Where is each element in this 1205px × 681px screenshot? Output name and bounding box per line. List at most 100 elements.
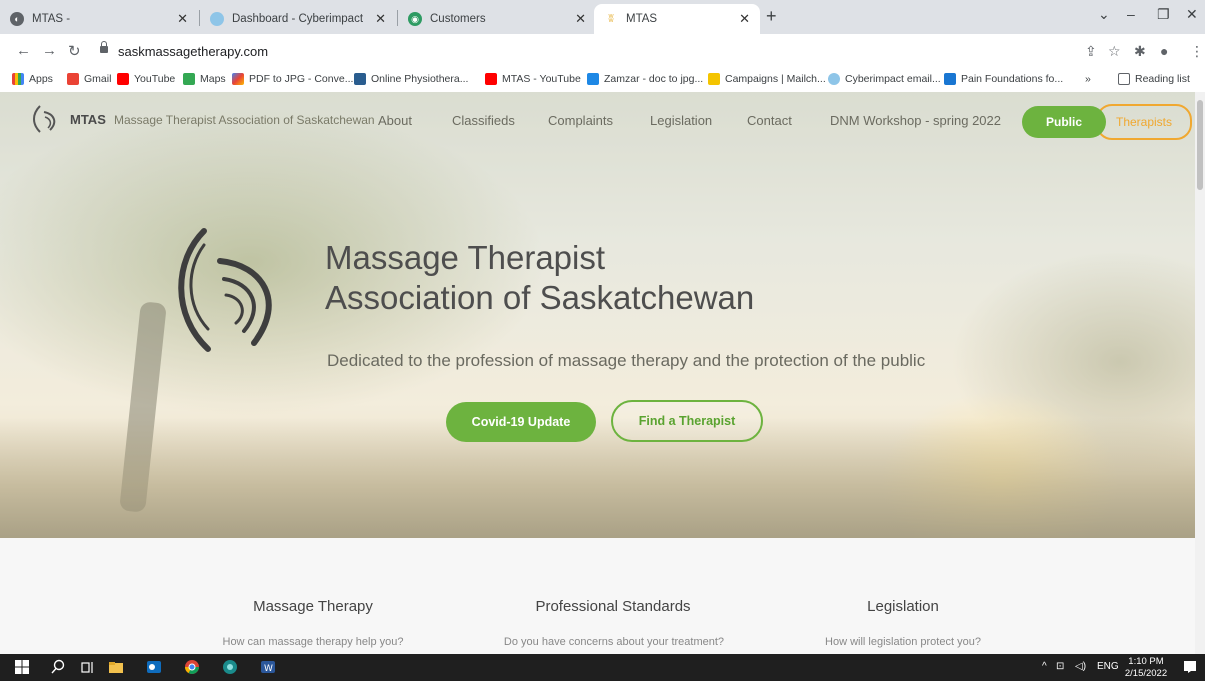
word-icon[interactable]: W xyxy=(260,659,276,675)
nav-complaints[interactable]: Complaints xyxy=(548,113,613,128)
close-icon[interactable]: ✕ xyxy=(739,11,750,27)
column-title-legislation[interactable]: Legislation xyxy=(783,598,1023,615)
bookmark-mtas-youtube[interactable]: MTAS - YouTube xyxy=(485,73,581,85)
bookmarks-bar: Apps Gmail YouTube Maps PDF to JPG - Con… xyxy=(0,70,1205,93)
scrollbar-thumb[interactable] xyxy=(1197,100,1203,190)
file-explorer-icon[interactable] xyxy=(108,659,124,675)
close-icon[interactable]: ✕ xyxy=(375,11,386,27)
task-view-icon[interactable] xyxy=(80,659,96,675)
volume-icon[interactable]: ◁) xyxy=(1075,661,1086,672)
nav-legislation[interactable]: Legislation xyxy=(650,113,712,128)
hero-logo-icon xyxy=(178,228,272,352)
site-tagline[interactable]: Massage Therapist Association of Saskatc… xyxy=(114,113,375,127)
outlook-icon[interactable] xyxy=(146,659,162,675)
column-subtitle: How will legislation protect you? xyxy=(825,636,981,648)
chrome-icon[interactable] xyxy=(184,659,200,675)
bookmark-physio[interactable]: Online Physiothera... xyxy=(354,73,468,85)
bookmark-star-icon[interactable]: ☆ xyxy=(1108,43,1121,60)
tab-search-icon[interactable]: ⌄ xyxy=(1098,6,1110,23)
hero-subtitle: Dedicated to the profession of massage t… xyxy=(327,351,926,370)
search-icon[interactable] xyxy=(50,659,66,675)
therapists-button[interactable]: Therapists xyxy=(1096,104,1192,140)
page-scrollbar[interactable] xyxy=(1195,92,1205,654)
nav-contact[interactable]: Contact xyxy=(747,113,792,128)
bookmark-pain-foundations[interactable]: Pain Foundations fo... xyxy=(944,73,1063,85)
covid-update-button[interactable]: Covid-19 Update xyxy=(446,402,596,442)
youtube-icon xyxy=(117,73,129,85)
globe-icon: ◐ xyxy=(10,12,24,26)
column-subtitle: How can massage therapy help you? xyxy=(222,636,404,648)
notifications-icon[interactable] xyxy=(1182,659,1198,675)
tab-title: Dashboard - Cyberimpact xyxy=(232,13,364,25)
web-page: MTAS Massage Therapist Association of Sa… xyxy=(0,92,1205,654)
tab-title: MTAS - xyxy=(32,13,71,25)
bookmarks-overflow[interactable]: » xyxy=(1085,73,1091,85)
close-icon[interactable]: ✕ xyxy=(575,11,586,27)
tray-chevron-icon[interactable]: ^ xyxy=(1042,661,1047,672)
public-button[interactable]: Public xyxy=(1022,106,1106,138)
windows-start-icon[interactable] xyxy=(14,659,30,675)
browser-app-icon[interactable] xyxy=(222,659,238,675)
find-therapist-button[interactable]: Find a Therapist xyxy=(611,400,763,442)
lock-icon[interactable] xyxy=(100,41,108,53)
apps-grid-icon xyxy=(12,73,24,85)
hero-section: MTAS Massage Therapist Association of Sa… xyxy=(0,92,1205,538)
tab-title: MTAS xyxy=(626,13,658,25)
reading-list[interactable]: Reading list xyxy=(1118,73,1190,85)
column-title-professional-standards[interactable]: Professional Standards xyxy=(493,598,733,615)
customers-icon: ◉ xyxy=(408,12,422,26)
tab-title: Customers xyxy=(430,13,486,25)
network-icon[interactable]: ⊡ xyxy=(1056,661,1064,672)
hero-title: Massage Therapist Association of Saskatc… xyxy=(325,239,755,316)
bookmark-mailchimp[interactable]: Campaigns | Mailch... xyxy=(708,73,826,85)
bookmark-gmail[interactable]: Gmail xyxy=(67,73,111,85)
pain-foundations-icon xyxy=(944,73,956,85)
bookmark-maps[interactable]: Maps xyxy=(183,73,226,85)
bookmark-pdf-to-jpg[interactable]: PDF to JPG - Conve... xyxy=(232,73,353,85)
language-indicator[interactable]: ENG xyxy=(1097,661,1119,672)
system-clock[interactable]: 1:10 PM 2/15/2022 xyxy=(1124,656,1168,680)
site-logo-icon[interactable] xyxy=(30,102,64,136)
new-tab-button[interactable]: + xyxy=(766,6,777,27)
share-icon[interactable]: ⇪ xyxy=(1085,43,1097,60)
profile-avatar-icon[interactable]: ● xyxy=(1160,43,1168,59)
column-title-massage-therapy[interactable]: Massage Therapy xyxy=(193,598,433,615)
close-icon[interactable]: ✕ xyxy=(177,11,188,27)
mtas-logo-icon: ʬ xyxy=(608,13,614,25)
cyberimpact-icon xyxy=(828,73,840,85)
browser-toolbar: ← → ↻ saskmassagetherapy.com ⇪ ☆ ✱ ● ⋮ xyxy=(0,34,1205,70)
tab-customers[interactable]: ◉ Customers ✕ xyxy=(398,4,596,34)
maximize-icon[interactable]: ❐ xyxy=(1157,6,1170,23)
tab-mtas-1[interactable]: ◐ MTAS - ✕ xyxy=(0,4,198,34)
bookmark-apps[interactable]: Apps xyxy=(12,73,53,85)
bookmark-youtube[interactable]: YouTube xyxy=(117,73,175,85)
address-bar[interactable]: saskmassagetherapy.com xyxy=(118,44,268,59)
minimize-icon[interactable]: – xyxy=(1127,6,1135,22)
menu-kebab-icon[interactable]: ⋮ xyxy=(1190,43,1204,60)
cyberimpact-icon xyxy=(210,12,224,26)
mailchimp-icon xyxy=(708,73,720,85)
window-close-icon[interactable]: ✕ xyxy=(1186,6,1198,23)
reading-list-icon xyxy=(1118,73,1130,85)
site-brand[interactable]: MTAS xyxy=(70,112,106,127)
extensions-puzzle-icon[interactable]: ✱ xyxy=(1134,43,1146,60)
zamzar-icon xyxy=(587,73,599,85)
back-arrow-icon[interactable]: ← xyxy=(16,42,31,59)
tab-mtas-active[interactable]: ʬ MTAS ✕ xyxy=(594,4,760,34)
info-columns: Massage Therapy How can massage therapy … xyxy=(0,538,1205,654)
maps-icon xyxy=(183,73,195,85)
bookmark-zamzar[interactable]: Zamzar - doc to jpg... xyxy=(587,73,703,85)
nav-classifieds[interactable]: Classifieds xyxy=(452,113,515,128)
svg-text:W: W xyxy=(264,664,273,674)
windows-taskbar: W ^ ⊡ ◁) ENG 1:10 PM 2/15/2022 xyxy=(0,654,1205,681)
bookmark-cyberimpact[interactable]: Cyberimpact email... xyxy=(828,73,941,85)
column-subtitle: Do you have concerns about your treatmen… xyxy=(503,636,725,648)
nav-about[interactable]: About xyxy=(378,113,412,128)
physio-icon xyxy=(354,73,366,85)
pdf-jpg-icon xyxy=(232,73,244,85)
reload-icon[interactable]: ↻ xyxy=(68,42,81,60)
youtube-icon xyxy=(485,73,497,85)
nav-dnm-workshop[interactable]: DNM Workshop - spring 2022 xyxy=(830,113,1001,128)
tab-cyberimpact[interactable]: Dashboard - Cyberimpact ✕ xyxy=(200,4,396,34)
forward-arrow-icon[interactable]: → xyxy=(42,42,57,59)
